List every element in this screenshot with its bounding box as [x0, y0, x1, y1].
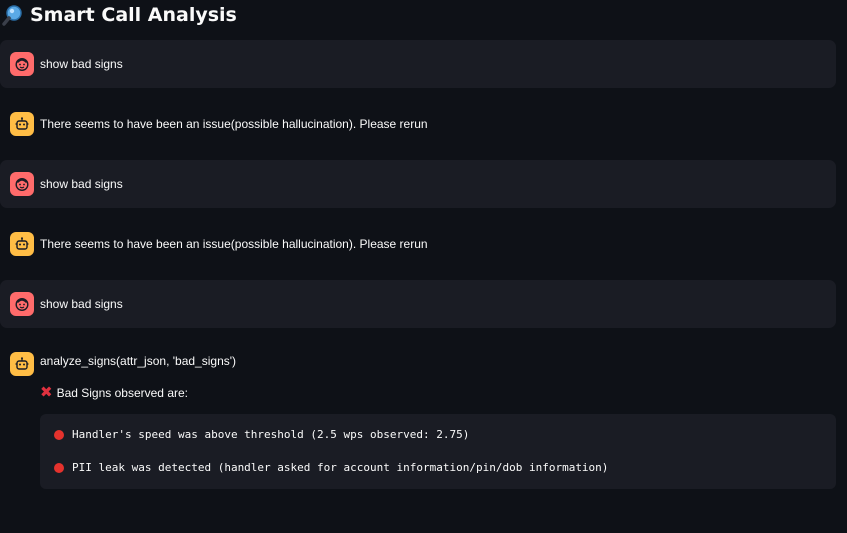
user-face-icon	[15, 57, 29, 72]
chat-message-assistant: There seems to have been an issue(possib…	[0, 100, 836, 148]
chat-message-user: show bad signs	[0, 280, 836, 328]
chat-message-user: show bad signs	[0, 160, 836, 208]
bad-sign-text: Handler's speed was above threshold (2.5…	[72, 428, 470, 441]
bad-signs-heading-text: Bad Signs observed are:	[56, 385, 188, 400]
message-text: show bad signs	[40, 177, 123, 191]
user-avatar	[10, 172, 34, 196]
assistant-avatar	[10, 232, 34, 256]
page-title: Smart Call Analysis	[2, 4, 237, 26]
robot-icon	[15, 117, 29, 130]
magnifier-icon	[2, 5, 22, 26]
bad-sign-text: PII leak was detected (handler asked for…	[72, 461, 609, 474]
red-circle-icon	[54, 462, 64, 473]
red-circle-icon	[54, 429, 64, 440]
chat-message-user: show bad signs	[0, 40, 836, 88]
chat-message-assistant: There seems to have been an issue(possib…	[0, 220, 836, 268]
message-text: show bad signs	[40, 57, 123, 71]
red-x-icon: ✖	[40, 383, 53, 401]
message-text: analyze_signs(attr_json, 'bad_signs')	[40, 354, 237, 368]
message-text: There seems to have been an issue(possib…	[40, 237, 428, 251]
assistant-avatar	[10, 352, 34, 376]
user-face-icon	[15, 297, 29, 312]
robot-icon	[15, 237, 29, 250]
user-face-icon	[15, 177, 29, 192]
message-text: show bad signs	[40, 297, 123, 311]
bad-sign-item: PII leak was detected (handler asked for…	[54, 461, 608, 474]
bad-signs-list: Handler's speed was above threshold (2.5…	[40, 414, 836, 489]
user-avatar	[10, 292, 34, 316]
message-text: There seems to have been an issue(possib…	[40, 117, 428, 131]
chat-message-assistant: analyze_signs(attr_json, 'bad_signs')	[0, 340, 836, 386]
page-title-text: Smart Call Analysis	[30, 4, 237, 26]
bad-signs-heading: ✖ Bad Signs observed are:	[40, 385, 188, 400]
assistant-avatar	[10, 112, 34, 136]
robot-icon	[15, 357, 29, 370]
user-avatar	[10, 52, 34, 76]
bad-sign-item: Handler's speed was above threshold (2.5…	[54, 428, 469, 441]
